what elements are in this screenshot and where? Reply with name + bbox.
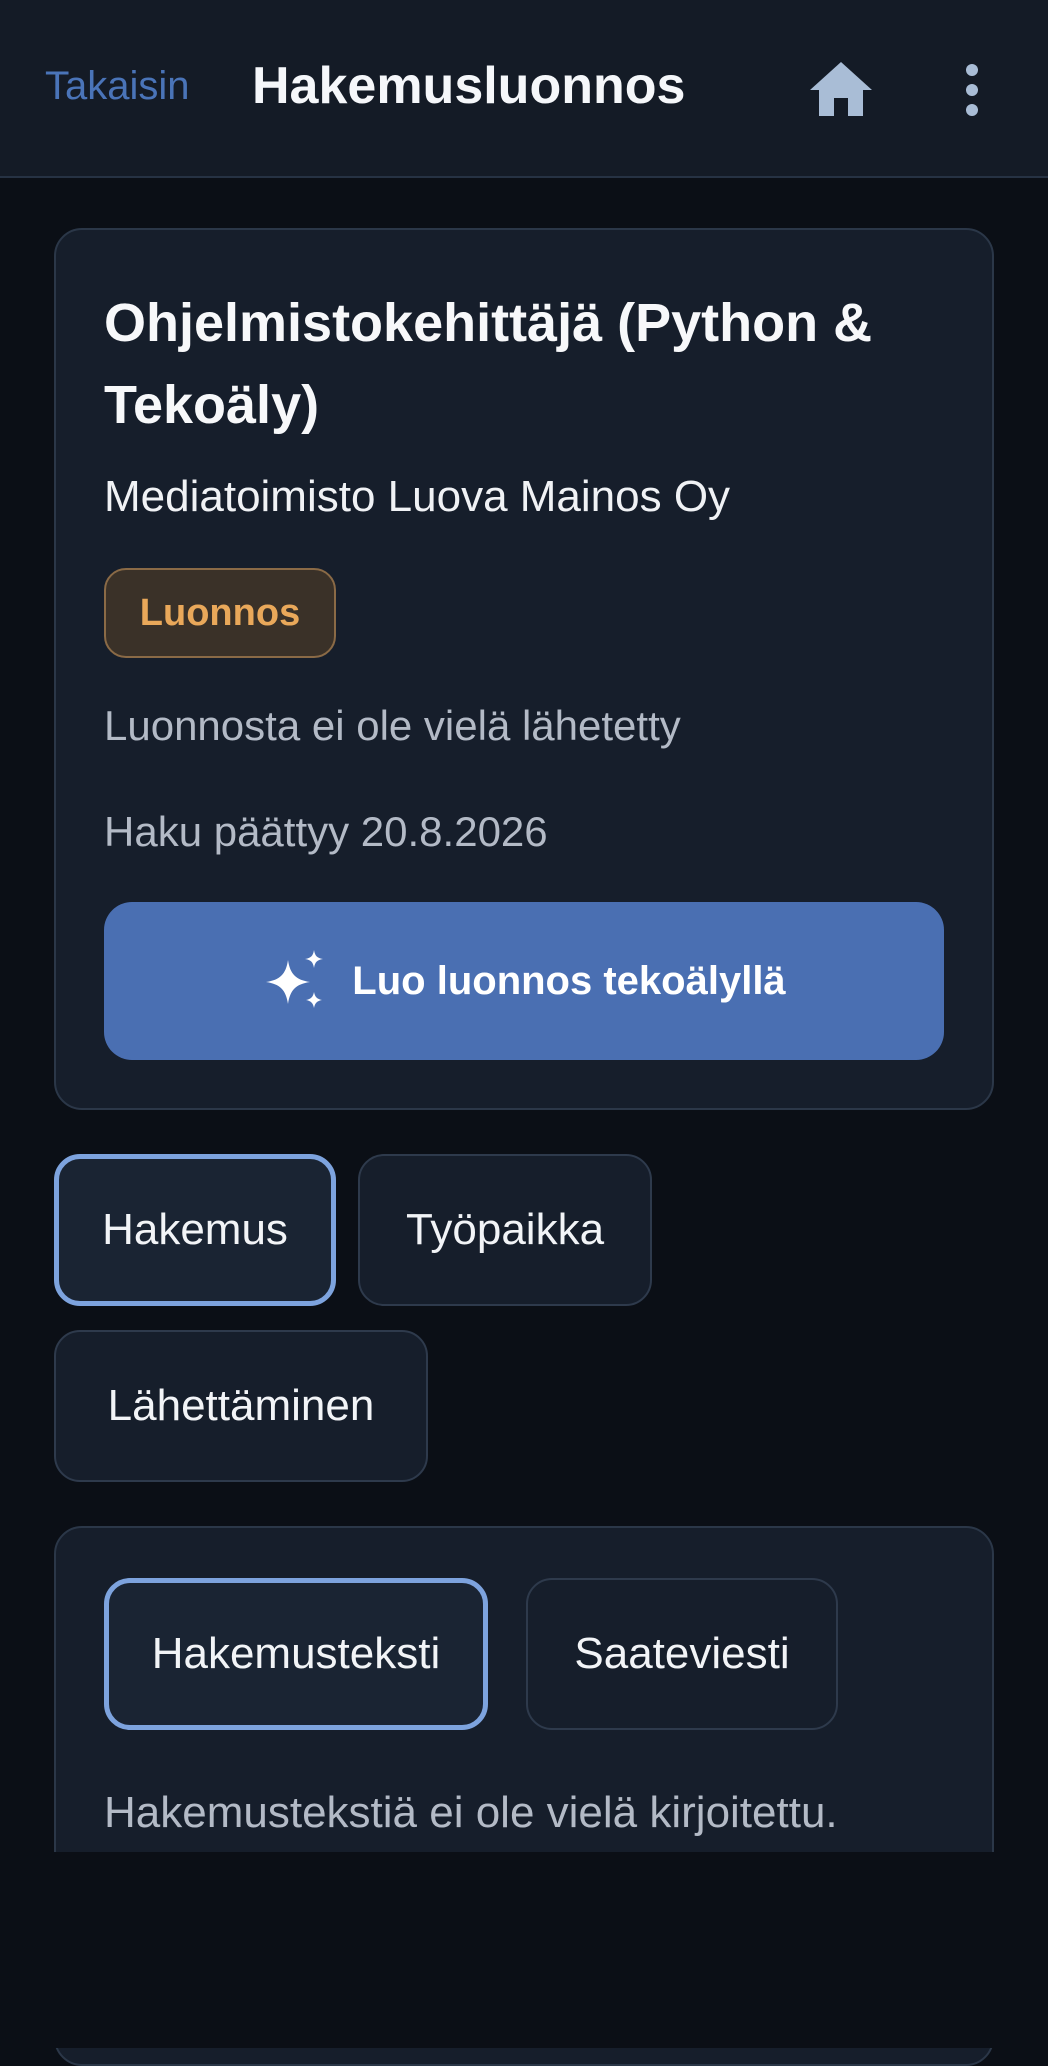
generate-draft-label: Luo luonnos tekoälyllä <box>352 958 786 1003</box>
back-link[interactable]: Takaisin <box>45 64 190 109</box>
status-badge: Luonnos <box>104 568 336 658</box>
empty-state-text: Hakemustekstiä ei ole vielä kirjoitettu. <box>104 1788 838 1837</box>
sparkles-icon <box>266 950 324 1008</box>
more-vertical-icon[interactable] <box>956 62 988 118</box>
subtab-saateviesti[interactable]: Saateviesti <box>526 1578 838 1730</box>
deadline-text: Haku päättyy 20.8.2026 <box>104 808 548 855</box>
job-card: Ohjelmistokehittäjä (Python & Tekoäly) M… <box>54 228 994 1110</box>
generate-draft-button[interactable]: Luo luonnos tekoälyllä <box>104 902 944 1060</box>
page-title: Hakemusluonnos <box>252 57 686 115</box>
tab-hakemus[interactable]: Hakemus <box>54 1154 336 1306</box>
status-text: Luonnosta ei ole vielä lähetetty <box>104 702 681 749</box>
tab-lahettaminen[interactable]: Lähettäminen <box>54 1330 428 1482</box>
tab-tyopaikka[interactable]: Työpaikka <box>358 1154 652 1306</box>
home-icon[interactable] <box>808 58 874 118</box>
company-name: Mediatoimisto Luova Mainos Oy <box>104 472 731 521</box>
subtab-hakemusteksti[interactable]: Hakemusteksti <box>104 1578 488 1730</box>
job-title: Ohjelmistokehittäjä (Python & Tekoäly) <box>104 293 873 435</box>
app-bar: Takaisin Hakemusluonnos <box>0 0 1048 178</box>
bottom-area <box>0 1852 1048 2048</box>
